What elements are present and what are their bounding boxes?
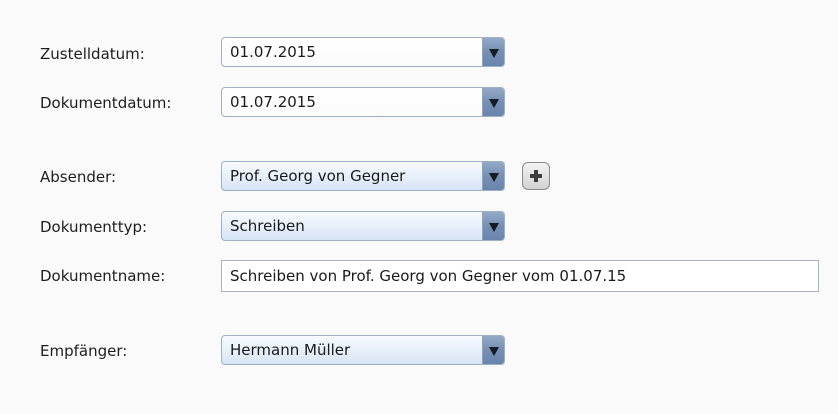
chevron-down-icon: [488, 48, 499, 58]
dokumentdatum-value[interactable]: 01.07.2015: [222, 88, 482, 116]
dokumentdatum-combobox[interactable]: 01.07.2015: [221, 87, 505, 117]
absender-dropdown-button[interactable]: [482, 162, 504, 190]
dokumentname-input[interactable]: [221, 260, 819, 292]
dokumenttyp-value: Schreiben: [230, 217, 305, 235]
dokumenttyp-dropdown-button[interactable]: [482, 212, 504, 240]
document-form: Zustelldatum: 01.07.2015 Dokumentdatum: …: [0, 0, 838, 414]
dokumentname-label: Dokumentname:: [40, 267, 166, 285]
dokumentdatum-dropdown-button[interactable]: [482, 88, 504, 116]
empfaenger-select[interactable]: Hermann Müller: [221, 335, 505, 365]
chevron-down-icon: [488, 98, 499, 108]
chevron-down-icon: [488, 346, 499, 356]
zustelldatum-value[interactable]: 01.07.2015: [222, 38, 482, 66]
plus-icon: [530, 170, 542, 182]
empfaenger-value: Hermann Müller: [230, 341, 351, 359]
absender-label: Absender:: [40, 168, 117, 186]
add-absender-button[interactable]: [522, 162, 550, 190]
chevron-down-icon: [488, 172, 499, 182]
chevron-down-icon: [488, 222, 499, 232]
empfaenger-label: Empfänger:: [40, 342, 128, 360]
absender-value: Prof. Georg von Gegner: [230, 167, 406, 185]
zustelldatum-combobox[interactable]: 01.07.2015: [221, 37, 505, 67]
empfaenger-dropdown-button[interactable]: [482, 336, 504, 364]
dokumenttyp-label: Dokumenttyp:: [40, 218, 148, 236]
dokumentdatum-label: Dokumentdatum:: [40, 94, 172, 112]
zustelldatum-dropdown-button[interactable]: [482, 38, 504, 66]
absender-select[interactable]: Prof. Georg von Gegner: [221, 161, 505, 191]
dokumenttyp-select[interactable]: Schreiben: [221, 211, 505, 241]
zustelldatum-label: Zustelldatum:: [40, 45, 145, 63]
